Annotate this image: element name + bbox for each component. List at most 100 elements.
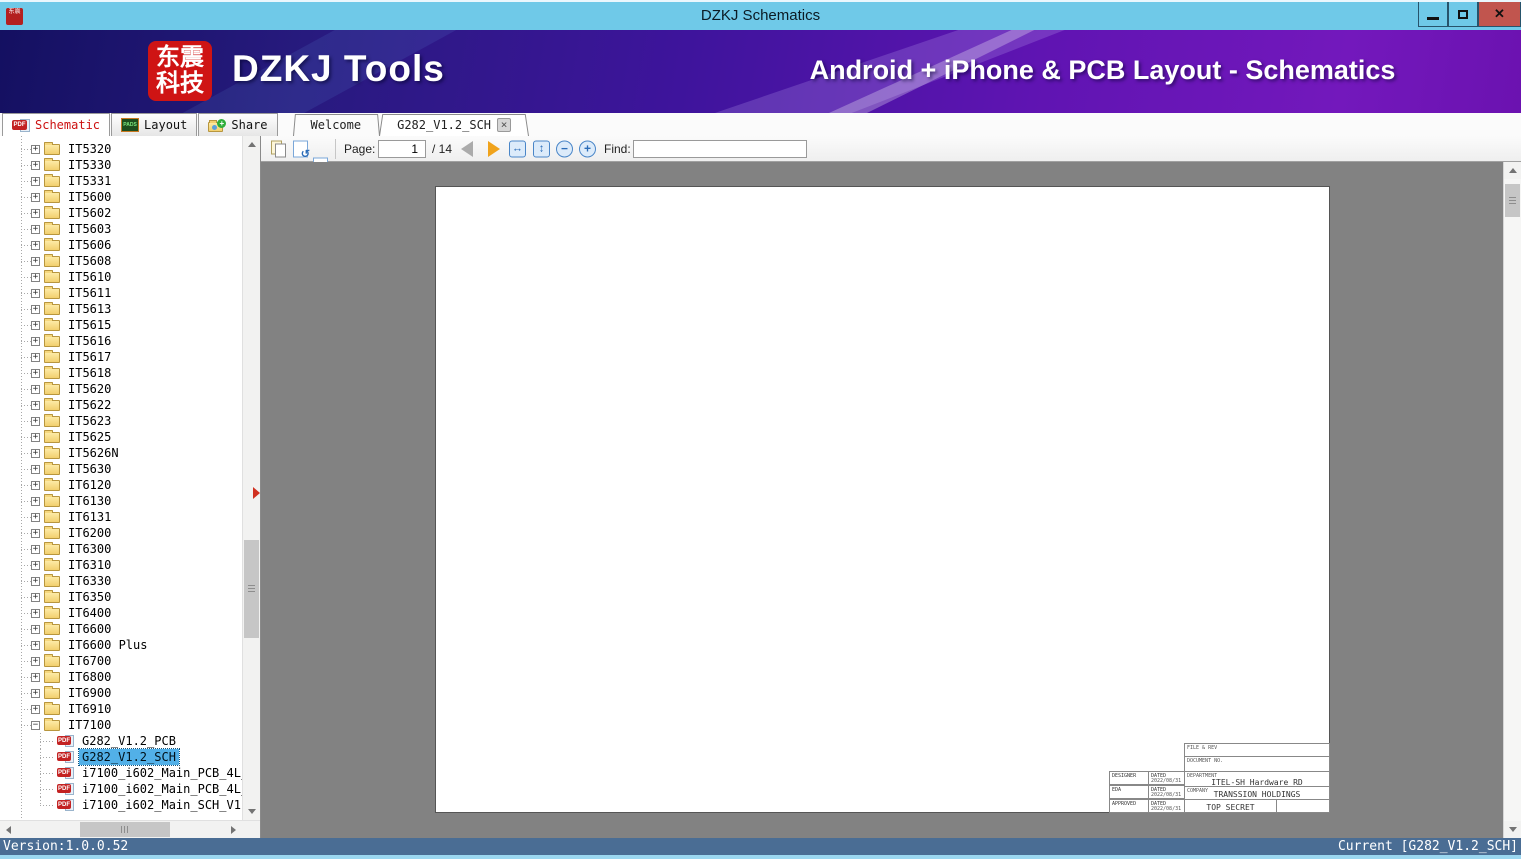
tree-expand-icon[interactable]: + (31, 224, 40, 234)
tree-expand-icon[interactable]: + (31, 320, 40, 330)
tree-expand-icon[interactable]: + (31, 144, 40, 154)
tree-expand-icon[interactable]: + (31, 288, 40, 298)
tree-folder-IT5600[interactable]: + IT5600 (0, 189, 242, 205)
tree-expand-icon[interactable]: + (31, 704, 40, 714)
viewer-vscroll-thumb[interactable] (1505, 184, 1520, 217)
tree-folder-IT6600[interactable]: + IT6600 (0, 621, 242, 637)
document-viewport[interactable]: FILE & REV DOCUMENT NO. DEPARTMENT ITEL-… (261, 162, 1521, 838)
page-number-input[interactable] (378, 139, 426, 158)
tree-file-i7100_i602_Main_PCB_4L_V1[interactable]: PDF i7100_i602_Main_PCB_4L_V1 (0, 765, 242, 781)
tree-folder-IT5611[interactable]: + IT5611 (0, 285, 242, 301)
tree-folder-IT5626N[interactable]: + IT5626N (0, 445, 242, 461)
maximize-button[interactable] (1448, 2, 1478, 27)
tree-folder-IT5320[interactable]: + IT5320 (0, 141, 242, 157)
tree-folder-IT6130[interactable]: + IT6130 (0, 493, 242, 509)
tree-folder-IT6900[interactable]: + IT6900 (0, 685, 242, 701)
scroll-down-button[interactable] (1504, 821, 1521, 838)
tree-folder-IT6120[interactable]: + IT6120 (0, 477, 242, 493)
tree-folder-IT6300[interactable]: + IT6300 (0, 541, 242, 557)
tree-folder-IT6310[interactable]: + IT6310 (0, 557, 242, 573)
tree-expand-icon[interactable]: + (31, 688, 40, 698)
tree-expand-icon[interactable]: + (31, 368, 40, 378)
tree-hscroll-thumb[interactable] (80, 822, 170, 837)
tree-folder-IT5618[interactable]: + IT5618 (0, 365, 242, 381)
scroll-left-button[interactable] (0, 821, 17, 838)
tree-folder-IT5602[interactable]: + IT5602 (0, 205, 242, 221)
previous-page-button[interactable] (461, 140, 473, 157)
tree-expand-icon[interactable]: + (31, 384, 40, 394)
tree-expand-icon[interactable]: + (31, 592, 40, 602)
tree-expand-icon[interactable]: + (31, 640, 40, 650)
tree-horizontal-scrollbar[interactable] (0, 820, 260, 838)
tree-expand-icon[interactable]: + (31, 352, 40, 362)
document-tab-g282_v1.2_sch[interactable]: G282_V1.2_SCH × (379, 113, 529, 136)
tree-folder-IT6350[interactable]: + IT6350 (0, 589, 242, 605)
tree-file-i7100_i602_Main_SCH_V1.3[interactable]: PDF i7100_i602_Main_SCH_V1.3 (0, 797, 242, 813)
tree-expand-icon[interactable]: + (31, 656, 40, 666)
tab-close-icon[interactable]: × (497, 117, 512, 132)
tree-expand-icon[interactable]: + (31, 496, 40, 506)
scroll-up-button[interactable] (243, 136, 260, 153)
tree-expand-icon[interactable]: + (31, 336, 40, 346)
tree-expand-icon[interactable]: + (31, 448, 40, 458)
tab-layout[interactable]: PADS Layout (111, 113, 198, 136)
zoom-out-button[interactable]: − (556, 140, 573, 157)
tree-folder-IT5330[interactable]: + IT5330 (0, 157, 242, 173)
tree-folder-IT5608[interactable]: + IT5608 (0, 253, 242, 269)
tree-expand-icon[interactable]: + (31, 608, 40, 618)
tree-expand-icon[interactable]: + (31, 624, 40, 634)
tree-folder-IT5625[interactable]: + IT5625 (0, 429, 242, 445)
tree-folder-IT6131[interactable]: + IT6131 (0, 509, 242, 525)
tree-expand-icon[interactable]: + (31, 240, 40, 250)
tree-expand-icon[interactable]: + (31, 416, 40, 426)
tree-folder-IT5616[interactable]: + IT5616 (0, 333, 242, 349)
tree-expand-icon[interactable]: − (31, 720, 40, 730)
rotate-left-button[interactable]: ↺ (293, 140, 310, 160)
tree-expand-icon[interactable]: + (31, 672, 40, 682)
tree-folder-IT5615[interactable]: + IT5615 (0, 317, 242, 333)
tree-folder-IT5331[interactable]: + IT5331 (0, 173, 242, 189)
close-button[interactable]: ✕ (1478, 2, 1521, 27)
panel-collapse-arrow-icon[interactable] (253, 487, 260, 499)
tree-folder-IT6910[interactable]: + IT6910 (0, 701, 242, 717)
tree-folder-IT5620[interactable]: + IT5620 (0, 381, 242, 397)
zoom-in-button[interactable]: + (579, 140, 596, 157)
tree-folder-IT5622[interactable]: + IT5622 (0, 397, 242, 413)
scroll-right-button[interactable] (225, 821, 242, 838)
tree-folder-IT5606[interactable]: + IT5606 (0, 237, 242, 253)
tree-folder-IT6600 Plus[interactable]: + IT6600 Plus (0, 637, 242, 653)
viewer-vertical-scrollbar[interactable] (1503, 162, 1521, 838)
tab-share[interactable]: + Share (198, 113, 278, 136)
tree-expand-icon[interactable]: + (31, 256, 40, 266)
tree-folder-IT6200[interactable]: + IT6200 (0, 525, 242, 541)
tree-folder-IT5610[interactable]: + IT5610 (0, 269, 242, 285)
tree-folder-IT5603[interactable]: + IT5603 (0, 221, 242, 237)
tree-expand-icon[interactable]: + (31, 272, 40, 282)
tree-expand-icon[interactable]: + (31, 464, 40, 474)
scroll-up-button[interactable] (1504, 162, 1521, 179)
tree-folder-IT5617[interactable]: + IT5617 (0, 349, 242, 365)
scroll-down-button[interactable] (243, 803, 260, 820)
tree-expand-icon[interactable]: + (31, 560, 40, 570)
tree-expand-icon[interactable]: + (31, 160, 40, 170)
tree-file-G282_V1.2_PCB[interactable]: PDF G282_V1.2_PCB (0, 733, 242, 749)
tree-expand-icon[interactable]: + (31, 576, 40, 586)
tab-schematic[interactable]: PDF Schematic (2, 113, 111, 136)
tree-folder-IT6700[interactable]: + IT6700 (0, 653, 242, 669)
tree-vertical-scrollbar[interactable] (242, 136, 260, 820)
tree-expand-icon[interactable]: + (31, 544, 40, 554)
tree-folder-IT5613[interactable]: + IT5613 (0, 301, 242, 317)
next-page-button[interactable] (488, 140, 500, 157)
tree-expand-icon[interactable]: + (31, 400, 40, 410)
fit-width-button[interactable]: ↔ (509, 140, 526, 157)
tree-vscroll-thumb[interactable] (244, 540, 259, 638)
copy-page-icon[interactable] (270, 140, 287, 157)
tree-expand-icon[interactable]: + (31, 192, 40, 202)
tree-expand-icon[interactable]: + (31, 512, 40, 522)
tree-expand-icon[interactable]: + (31, 176, 40, 186)
document-tab-welcome[interactable]: Welcome (293, 113, 380, 136)
fit-page-button[interactable]: ↕ (533, 140, 550, 157)
tree-folder-IT5623[interactable]: + IT5623 (0, 413, 242, 429)
tree-folder-IT5630[interactable]: + IT5630 (0, 461, 242, 477)
find-input[interactable] (633, 139, 807, 158)
